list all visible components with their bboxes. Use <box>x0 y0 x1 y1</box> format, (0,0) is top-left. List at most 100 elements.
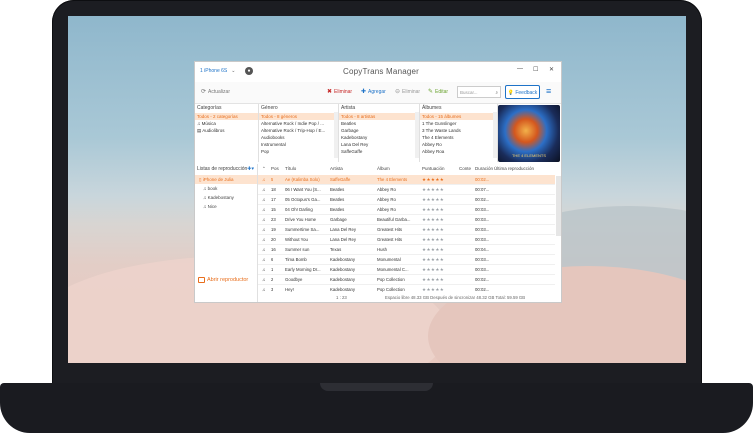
track-duration: 00:02... <box>475 287 490 292</box>
track-title: Summer sun <box>285 247 310 252</box>
feedback-button[interactable]: 💡 Feedback <box>505 85 540 99</box>
track-artist: Lana Del Rey <box>330 227 357 232</box>
music-note-icon: ♫ <box>262 267 266 272</box>
clear-label: Eliminar <box>402 88 421 95</box>
track-album: Beautiful Garba... <box>377 217 411 222</box>
refresh-button[interactable]: ⟳ Actualizar <box>201 88 230 96</box>
table-row[interactable]: ♫ 3 Hey! Kadebostany Pop Collection ★★★★★ 00:0… <box>258 285 555 294</box>
album-item[interactable]: 3 The Waste Lands <box>420 127 497 134</box>
artist-item[interactable]: Garbage <box>339 127 419 134</box>
artist-item[interactable]: Lana Del Rey <box>339 141 419 148</box>
col-title[interactable]: Título <box>285 166 296 171</box>
scrollbar[interactable] <box>334 112 338 158</box>
genre-item[interactable]: Pop <box>259 148 338 155</box>
genre-item[interactable]: Alternative Rock / Indie Pop / ... <box>259 120 338 127</box>
scrollbar[interactable] <box>493 112 497 158</box>
music-note-icon: ♫ <box>262 247 266 252</box>
playlist-item[interactable]: ♫ Kadebostany <box>195 193 257 202</box>
playlist-item[interactable]: ▯ iPhone de Julia <box>195 175 257 184</box>
track-album: Abbey Ro <box>377 197 396 202</box>
playlist-item[interactable]: ♫ Nice <box>195 202 257 211</box>
categories-header: Categorías <box>197 105 222 111</box>
genre-item[interactable]: Audiobooks <box>259 134 338 141</box>
playlists-header: Listas de reproducción ✚▾ <box>195 164 257 175</box>
col-artist[interactable]: Artista <box>330 166 343 171</box>
category-item[interactable]: ♫ Música <box>195 120 258 127</box>
table-row[interactable]: ♫ 17 05 Octopus's Ga... Beatles Abbey Ro ★★★★… <box>258 195 555 205</box>
minimize-button[interactable]: — <box>517 66 523 72</box>
track-duration: 00:07... <box>475 187 490 192</box>
track-table: ⌃ Pos Título Artista Álbum Puntuación Co… <box>258 164 561 294</box>
album-item[interactable]: The 4 Elements <box>420 134 497 141</box>
edit-button[interactable]: ✎ Editar <box>428 88 448 96</box>
track-album: Pop Collection <box>377 277 405 282</box>
col-rating[interactable]: Puntuación <box>422 166 445 171</box>
device-eject-icon[interactable]: ● <box>245 67 253 75</box>
close-button[interactable]: ✕ <box>549 66 554 73</box>
album-item[interactable]: Todos - 15 álbumes <box>420 113 497 120</box>
playlist-item[interactable]: ♫ book <box>195 184 257 193</box>
hamburger-menu-icon[interactable]: ≡ <box>546 87 551 96</box>
genres-pane: Género Todos - 8 géneros Alternative Roc… <box>259 104 339 162</box>
maximize-button[interactable]: ☐ <box>533 66 538 73</box>
category-item[interactable]: ▤ Audiolibros <box>195 127 258 134</box>
add-playlist-icon[interactable]: ✚▾ <box>247 166 254 172</box>
artist-item[interactable]: Todos - 8 artistas <box>339 113 419 120</box>
add-button[interactable]: ✚ Agregar <box>361 88 386 96</box>
laptop-base <box>0 383 753 433</box>
category-label: Audiolibros <box>202 128 225 133</box>
artist-item[interactable]: Beatles <box>339 120 419 127</box>
category-item[interactable]: Todos - 2 categorías <box>195 113 258 120</box>
device-selector[interactable]: 1 iPhone 6S ⌄ <box>200 68 235 74</box>
search-input[interactable]: Buscar... ⌕ <box>457 86 501 98</box>
playlist-label: Nice <box>207 204 217 209</box>
artwork-caption: THE 4 ELEMENTS <box>511 153 546 158</box>
clear-button[interactable]: ⊖ Eliminar <box>395 88 421 96</box>
table-row[interactable]: ♫ 20 Without You Lana Del Rey Greatest Hits ★… <box>258 235 555 245</box>
col-last-played[interactable]: Última reproducción <box>494 166 534 171</box>
genre-item[interactable]: Todos - 8 géneros <box>259 113 338 120</box>
genre-item[interactable]: Instrumental <box>259 141 338 148</box>
album-item[interactable]: 1 The Gunslinger <box>420 120 497 127</box>
col-count[interactable]: Conte <box>459 166 471 171</box>
track-duration: 00:03... <box>475 227 490 232</box>
table-row[interactable]: ♫ 19 Summertime Sa... Lana Del Rey Greatest … <box>258 225 555 235</box>
track-title: Drive You Home <box>285 217 317 222</box>
status-bar: 1 : 23 Espacio libre 48.33 GB Después de… <box>258 294 561 302</box>
artist-item[interactable]: SaffeGaffe <box>339 148 419 155</box>
table-row[interactable]: ♫ 1 Early Morning Dr... Kadebostany Monument… <box>258 265 555 275</box>
sort-icon[interactable]: ⌃ <box>262 166 266 172</box>
open-player-label: Abrir reproductor <box>207 277 249 283</box>
chevron-down-icon: ⌄ <box>231 68 236 74</box>
track-title: Early Morning Dr... <box>285 267 321 272</box>
table-row[interactable]: ♫ 16 Summer sun Texas Hush ★★★★★ 00:04... <box>258 245 555 255</box>
device-name: 1 iPhone 6S <box>200 68 228 74</box>
music-note-icon: ♫ <box>262 227 266 232</box>
track-rating: ★★★★★ <box>422 277 445 282</box>
table-row[interactable]: ♫ 6 Tima Bomb Kadebostany Monumental ★★★★★ 00:… <box>258 255 555 265</box>
col-pos[interactable]: Pos <box>271 166 279 171</box>
scrollbar[interactable] <box>556 176 561 236</box>
table-row[interactable]: ♫ 15 04 Oh! Darling Beatles Abbey Ro ★★★★★ 00:… <box>258 205 555 215</box>
table-row[interactable]: ♫ 18 06 I Want You (S... Beatles Abbey Ro ★★★… <box>258 185 555 195</box>
album-item[interactable]: Abbey Roa <box>420 148 497 155</box>
track-rating: ★★★★★ <box>422 217 445 222</box>
scrollbar[interactable] <box>415 112 419 158</box>
col-duration[interactable]: Duración <box>475 166 493 171</box>
album-item[interactable]: Abbey Ro <box>420 141 497 148</box>
track-album: Abbey Ro <box>377 207 396 212</box>
music-note-icon: ♫ <box>262 207 266 212</box>
music-note-icon: ♫ <box>262 237 266 242</box>
track-duration: 00:02... <box>475 277 490 282</box>
track-title: 04 Oh! Darling <box>285 207 313 212</box>
track-title: Hey! <box>285 287 294 292</box>
table-row[interactable]: ♫ 23 Drive You Home Garbage Beautiful Garba.… <box>258 215 555 225</box>
table-row[interactable]: ♫ 5 Ae (Kalimba Solo) SaffeGaffe The 4 Eleme… <box>258 175 555 185</box>
delete-button[interactable]: ✖ Eliminar <box>327 88 352 96</box>
genre-item[interactable]: Alternative Rock / Trip-Hop / E... <box>259 127 338 134</box>
playlist-label: Kadebostany <box>207 195 234 200</box>
open-player-button[interactable]: Abrir reproductor <box>198 277 248 283</box>
table-row[interactable]: ♫ 2 Goodbye Kadebostany Pop Collection ★★★★★ 0… <box>258 275 555 285</box>
artist-item[interactable]: Kadebostany <box>339 134 419 141</box>
col-album[interactable]: Álbum <box>377 166 390 171</box>
